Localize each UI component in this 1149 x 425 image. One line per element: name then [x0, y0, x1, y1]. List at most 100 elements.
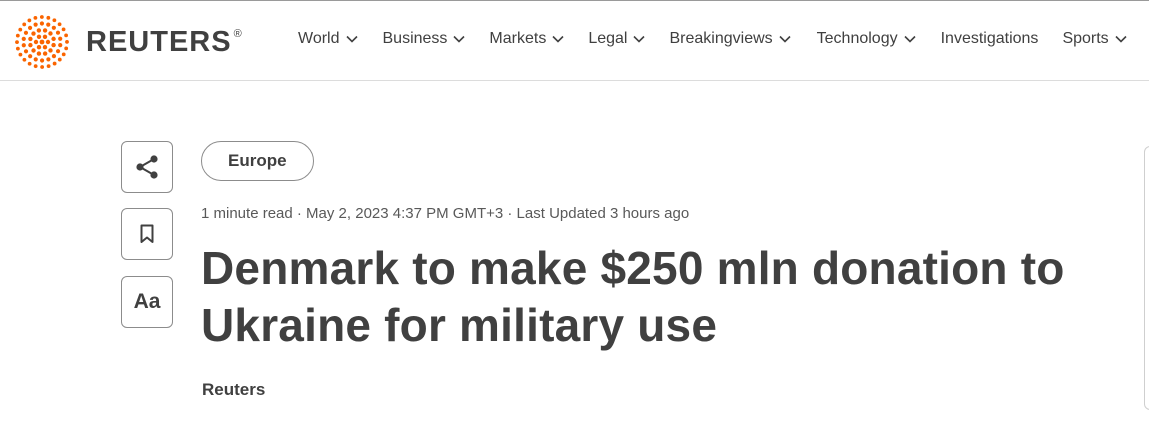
logo-dot: [31, 48, 36, 53]
logo-dot: [51, 42, 56, 48]
logo-dot: [27, 18, 32, 23]
logo-dot: [22, 22, 27, 27]
logo-dot: [65, 39, 69, 44]
logo-dot: [57, 22, 62, 27]
chevron-down-icon: [453, 35, 465, 43]
nav-item-legal[interactable]: Legal: [588, 30, 646, 48]
logo-dot: [33, 39, 39, 45]
logo-dot: [48, 31, 53, 36]
logo-dot: [46, 22, 51, 27]
reuters-logo-icon: [15, 15, 69, 69]
nav-item-label: Markets: [489, 30, 547, 47]
logo-dot: [39, 21, 45, 26]
logo-dot: [33, 22, 38, 27]
logo-dot: [22, 57, 27, 62]
site-header: REUTERS ® World Business Markets Legal Br…: [0, 0, 1149, 81]
nav-item-technology[interactable]: Technology: [817, 30, 916, 48]
logo-dot: [33, 64, 38, 69]
text-size-button[interactable]: Aa: [121, 276, 173, 328]
logo-dot: [28, 42, 33, 48]
logo-dot: [27, 25, 33, 30]
nav-item-label: Breakingviews: [669, 30, 773, 47]
logo-dot: [58, 43, 63, 48]
chevron-down-icon: [904, 35, 916, 43]
logo-dot: [31, 31, 36, 36]
main-nav: World Business Markets Legal Breakingvie…: [298, 30, 1149, 48]
logo-dot: [51, 36, 56, 42]
bookmark-icon: [140, 224, 154, 243]
logo-dot: [52, 18, 57, 23]
logo-dot: [46, 57, 51, 62]
logo-dot: [48, 48, 53, 53]
article-meta: 1 minute read · May 2, 2023 4:37 PM GMT+…: [201, 205, 690, 222]
section-tag-label: Europe: [228, 151, 287, 170]
logo-dot: [42, 51, 48, 56]
logo-dot: [42, 34, 48, 39]
logo-dot: [28, 54, 33, 59]
logo-dot: [40, 65, 45, 69]
logo-dot: [36, 34, 42, 39]
logo-dot: [58, 36, 63, 41]
chevron-down-icon: [552, 35, 564, 43]
logo-dot: [15, 40, 19, 45]
article-byline[interactable]: Reuters: [202, 380, 265, 400]
reuters-logo[interactable]: REUTERS ®: [12, 13, 243, 71]
logo-dot: [23, 49, 29, 54]
bookmark-button[interactable]: [121, 208, 173, 260]
nav-item-label: World: [298, 30, 340, 47]
logo-dot: [61, 27, 66, 32]
share-button[interactable]: [121, 141, 173, 193]
logo-dot: [33, 57, 38, 62]
logo-dot: [42, 45, 48, 50]
reuters-wordmark: REUTERS ®: [86, 25, 243, 58]
nav-item-investigations[interactable]: Investigations: [941, 30, 1039, 48]
nav-item-label: Investigations: [940, 30, 1039, 47]
logo-dot: [15, 46, 20, 51]
logo-dot: [55, 49, 61, 54]
logo-dot: [23, 30, 29, 35]
logo-dot: [28, 36, 33, 42]
article-headline: Denmark to make $250 mln donation to Ukr…: [201, 242, 1065, 351]
nav-item-breakingviews[interactable]: Breakingviews: [669, 30, 791, 48]
nav-item-business[interactable]: Business: [383, 30, 466, 48]
side-panel: [1144, 146, 1149, 410]
nav-item-sports[interactable]: Sports: [1062, 30, 1127, 48]
logo-dot: [27, 61, 32, 66]
nav-item-label: Legal: [588, 30, 628, 47]
logo-dot: [39, 58, 45, 63]
text-size-label: Aa: [133, 290, 161, 313]
logo-dot: [46, 64, 51, 69]
section-tag[interactable]: Europe: [201, 141, 314, 181]
logo-dot: [57, 57, 62, 62]
chevron-down-icon: [779, 35, 791, 43]
logo-dot: [36, 51, 42, 56]
nav-item-label: Sports: [1062, 30, 1109, 47]
logo-dot: [64, 33, 69, 38]
chevron-down-icon: [1115, 35, 1127, 43]
nav-item-world[interactable]: World: [298, 30, 358, 48]
nav-item-label: Business: [382, 30, 448, 47]
logo-dot: [55, 30, 61, 35]
logo-dot: [51, 54, 57, 59]
share-icon: [136, 155, 158, 179]
logo-dot: [21, 43, 26, 48]
logo-dot: [21, 36, 26, 41]
logo-dot: [33, 15, 38, 20]
logo-dot: [51, 25, 56, 30]
logo-dot: [64, 46, 69, 51]
chevron-down-icon: [345, 35, 358, 43]
logo-dot: [39, 15, 44, 19]
logo-dot: [42, 28, 48, 33]
logo-dot: [18, 52, 23, 57]
logo-dot: [36, 45, 42, 50]
nav-item-markets[interactable]: Markets: [489, 30, 564, 48]
logo-dot: [61, 52, 66, 57]
logo-dot: [18, 27, 23, 32]
logo-dot: [15, 33, 20, 38]
logo-dot: [36, 28, 42, 33]
logo-dot: [52, 61, 57, 66]
nav-item-label: Technology: [816, 30, 898, 47]
chevron-down-icon: [633, 35, 646, 43]
logo-dot: [45, 39, 51, 45]
logo-dot: [39, 39, 45, 45]
